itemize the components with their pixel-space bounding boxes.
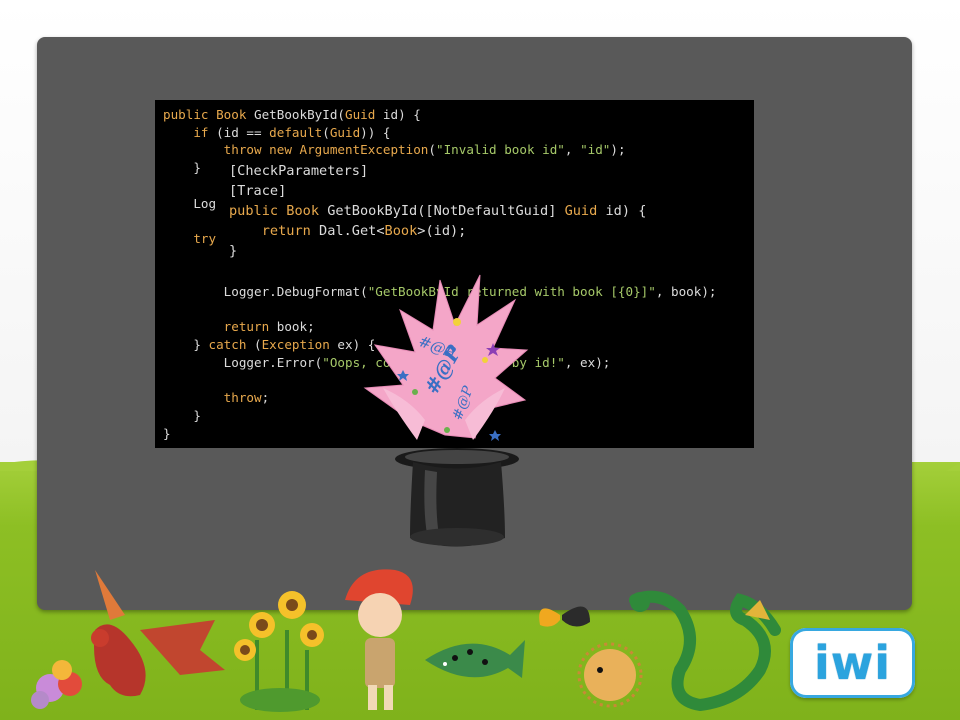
overlay-line: [CheckParameters] [229,163,368,179]
magic-burst: #@P #@P #@P [363,274,529,441]
code-token: id) { [382,107,421,122]
overlay-token: >(id); [417,223,467,239]
aspect-code-overlay: [CheckParameters] [Trace] public Book Ge… [219,158,754,270]
code-token: ( [254,337,262,353]
code-token: ; [261,390,270,406]
code-line: } catch (Exception ex) { [163,337,375,352]
iwi-logo: iwi [790,628,915,698]
overlay-token: Dal.Get< [319,223,385,239]
code-token: } [163,160,201,176]
code-token: Log [163,195,217,211]
code-token: , book); [655,284,717,300]
code-line: if (id == default(Guid)) { [163,124,391,140]
overlay-line: public Book GetBookById([NotDefaultGuid]… [229,203,646,219]
code-token: , ex); [564,354,611,370]
code-line: return book; [163,319,315,334]
logo-wordmark: iwi [813,636,892,690]
sunflowers [234,591,324,712]
overlay-token: GetBookById([NotDefaultGuid] [327,203,565,219]
overlay-token: Book [286,203,328,219]
code-token: ArgumentException [299,142,429,158]
code-token: throw new [163,142,300,158]
code-token: GetBookById( [254,107,345,122]
top-hat [395,448,519,547]
overlay-token: [Trace] [229,183,287,199]
code-token: book; [276,319,315,335]
code-token: } [163,425,171,441]
code-token: Logger.Error( [163,354,323,370]
code-token: catch [208,337,254,353]
overlay-token: id) { [605,203,647,219]
code-token: return [163,319,277,335]
code-token: Logger.DebugFormat( [163,284,368,300]
code-token: throw [163,390,262,406]
overlay-token: Book [384,223,418,239]
overlay-token: } [229,243,238,259]
red-dragon [91,570,225,697]
overlay-line: } [229,243,237,259]
code-token: if [163,124,217,140]
overlay-token: Guid [564,203,606,219]
code-token: } [163,337,209,353]
code-line: Log [163,196,216,211]
overlay-token: [CheckParameters] [229,163,369,179]
code-token: ( [428,142,436,158]
code-line: } [163,426,171,441]
code-token: } [163,407,201,423]
code-line: try [163,231,216,246]
code-token: Guid [329,124,361,140]
code-token: , [564,142,581,158]
overlay-line: [Trace] [229,183,286,199]
code-line: } [163,408,201,423]
code-line: throw new ArgumentException("Invalid boo… [163,142,626,157]
code-token: "Invalid book id" [435,142,565,158]
code-token: Exception [261,337,338,353]
overlay-token: return [229,223,320,239]
code-token: ); [610,142,626,158]
spotted-fish [425,640,525,678]
code-token: ( [322,124,330,140]
code-line: throw; [163,390,270,406]
code-token: Book [216,107,254,122]
aspect-code-listing: [CheckParameters] [Trace] public Book Ge… [229,161,646,261]
fire-burst [31,660,82,709]
code-token: (id == [216,124,270,140]
magic-hat-illustration: #@P #@P #@P [363,274,529,547]
code-token: try [163,230,217,246]
code-line: } [163,160,201,175]
code-line: public Book GetBookById(Guid id) { [163,107,421,122]
code-token: )) { [360,124,391,140]
pufferfish [577,642,643,708]
green-dragon [629,590,781,712]
code-token: default [269,124,323,140]
butterfly [539,606,590,627]
overlay-line: return Dal.Get<Book>(id); [229,223,467,239]
overlay-token: public [229,203,287,219]
code-token: Guid [345,107,383,122]
elf-character [345,569,413,710]
code-token: public [163,107,217,122]
code-token: "id" [580,142,611,158]
